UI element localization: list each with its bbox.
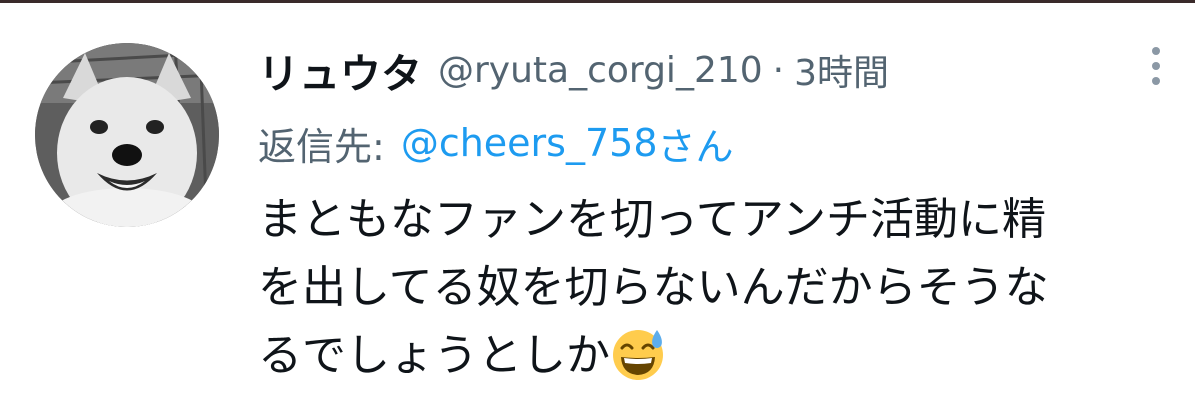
tweet[interactable]: リュウタ @ryuta_corgi_210 · 3時間 返信先: @cheers…	[0, 3, 1195, 404]
reply-suffix[interactable]: さん	[658, 116, 734, 171]
tweet-text: まともなファンを切ってアンチ活動に精 を出してる奴を切らないんだからそうな るで…	[258, 186, 1178, 390]
user-handle[interactable]: @ryuta_corgi_210	[438, 50, 763, 91]
separator-dot: ·	[772, 49, 785, 91]
more-dot	[1152, 47, 1160, 55]
tweet-text-line: るでしょうとしか	[258, 322, 1178, 390]
tweet-text-line: まともなファンを切ってアンチ活動に精	[258, 194, 1047, 245]
more-dot	[1152, 62, 1160, 70]
reply-to-handle[interactable]: @cheers_758	[401, 121, 658, 165]
dog-photo-icon	[35, 43, 219, 227]
tweet-text-line: を出してる奴を切らないんだからそうな	[258, 262, 1049, 313]
grinning-face-with-sweat-icon	[613, 330, 663, 380]
more-options-icon[interactable]	[1138, 43, 1174, 89]
tweet-header: リュウタ @ryuta_corgi_210 · 3時間	[258, 41, 889, 99]
reply-prefix: 返信先:	[258, 124, 385, 169]
avatar[interactable]	[35, 43, 219, 227]
display-name[interactable]: リュウタ	[258, 40, 422, 100]
timestamp[interactable]: 3時間	[794, 44, 889, 96]
more-dot	[1152, 77, 1160, 85]
tweet-text-line-content: るでしょうとしか	[258, 330, 610, 381]
replying-to: 返信先: @cheers_758 さん	[258, 115, 734, 171]
